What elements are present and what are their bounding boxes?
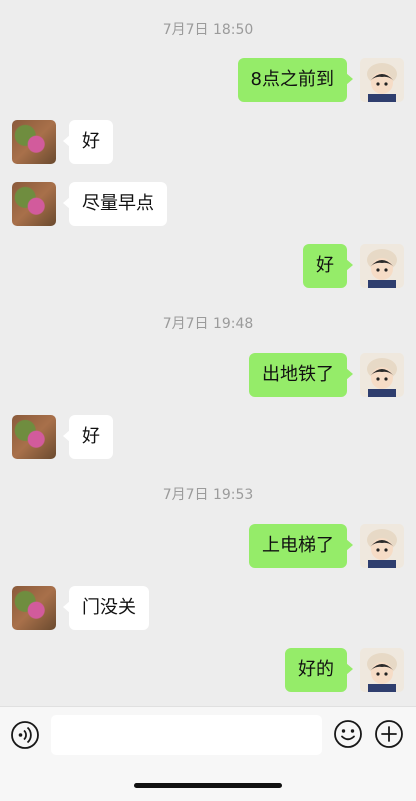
avatar[interactable] bbox=[360, 353, 404, 397]
avatar[interactable] bbox=[12, 120, 56, 164]
avatar[interactable] bbox=[12, 415, 56, 459]
message-bubble-sent[interactable]: 出地铁了 bbox=[249, 353, 353, 397]
avatar[interactable] bbox=[12, 182, 56, 226]
avatar[interactable] bbox=[360, 58, 404, 102]
voice-icon[interactable] bbox=[10, 720, 40, 750]
timestamp: 7月7日 19:53 bbox=[162, 487, 254, 503]
timestamp: 7月7日 19:48 bbox=[162, 316, 254, 332]
baby-avatar-icon bbox=[360, 353, 404, 397]
message-bubble-sent[interactable]: 上电梯了 bbox=[249, 524, 353, 568]
avatar[interactable] bbox=[360, 524, 404, 568]
baby-avatar-icon bbox=[360, 524, 404, 568]
message-input[interactable] bbox=[51, 715, 322, 755]
avatar[interactable] bbox=[360, 244, 404, 288]
message-bubble-sent[interactable]: 好 bbox=[303, 244, 353, 288]
message-bubble-received[interactable]: 尽量早点 bbox=[63, 182, 167, 226]
baby-avatar-icon bbox=[360, 244, 404, 288]
avatar[interactable] bbox=[12, 586, 56, 630]
baby-avatar-icon bbox=[360, 58, 404, 102]
plus-icon[interactable] bbox=[374, 719, 404, 749]
message-bubble-received[interactable]: 好 bbox=[63, 120, 113, 164]
message-bubble-sent[interactable]: 8点之前到 bbox=[237, 58, 354, 102]
message-bubble-received[interactable]: 门没关 bbox=[63, 586, 149, 630]
baby-avatar-icon bbox=[360, 648, 404, 692]
message-bubble-received[interactable]: 好 bbox=[63, 415, 113, 459]
home-indicator[interactable] bbox=[134, 783, 282, 788]
timestamp: 7月7日 18:50 bbox=[162, 22, 254, 38]
chat-area[interactable]: 7月7日 18:50 8点之前到 好 尽量早点 好 7月7日 19:48 出地铁… bbox=[0, 0, 416, 706]
emoji-icon[interactable] bbox=[333, 719, 363, 749]
message-bubble-sent[interactable]: 好的 bbox=[285, 648, 353, 692]
avatar[interactable] bbox=[360, 648, 404, 692]
